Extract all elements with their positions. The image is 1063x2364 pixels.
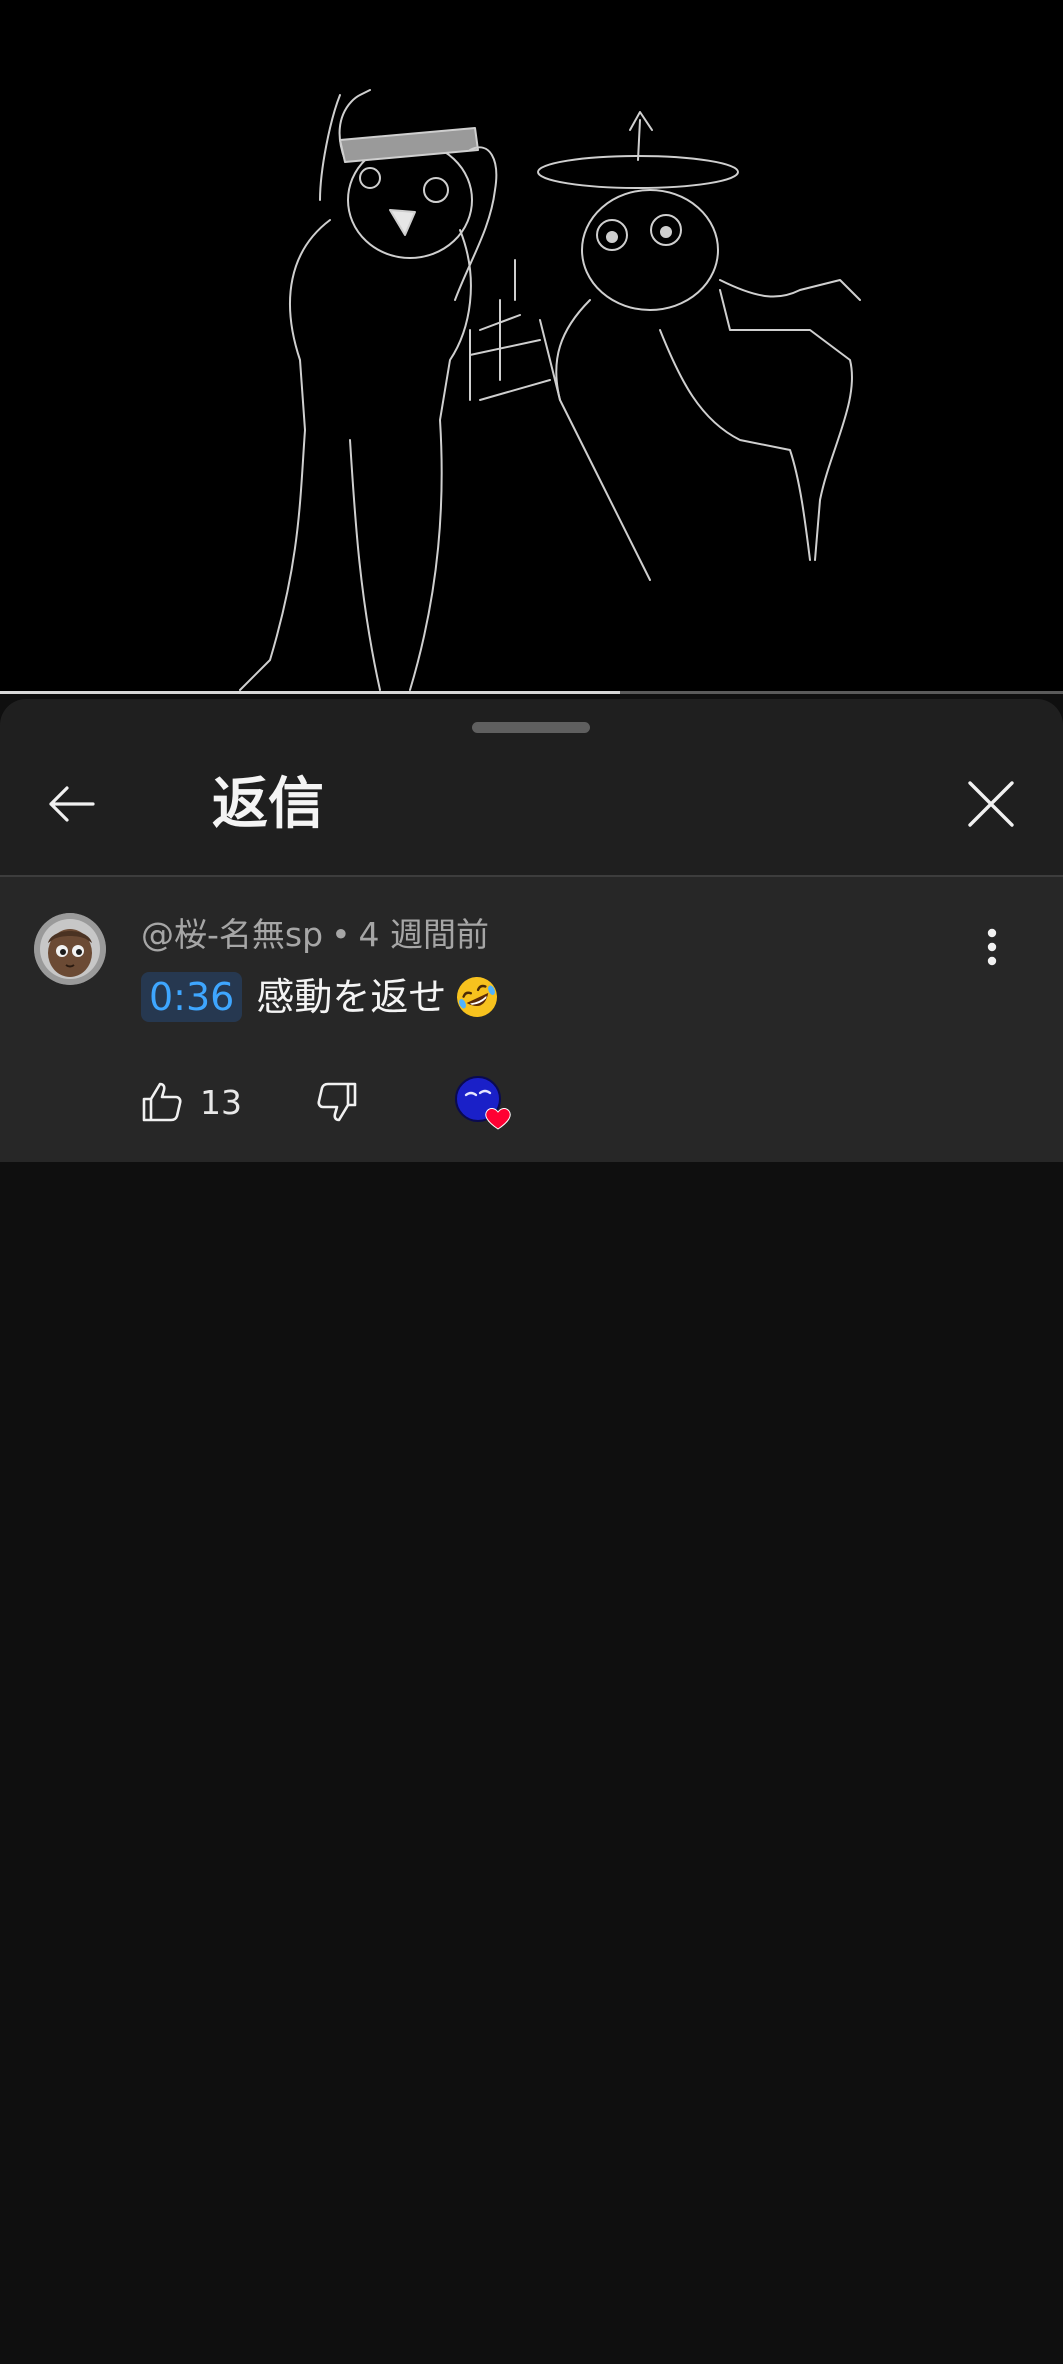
comment-text: 感動を返せ xyxy=(256,975,447,1019)
dislike-button[interactable] xyxy=(302,1067,372,1137)
drag-handle[interactable] xyxy=(472,722,590,733)
video-frame-sketch xyxy=(239,89,861,691)
sheet-title: 返信 xyxy=(212,772,324,837)
video-progress-bar[interactable] xyxy=(0,691,1063,694)
comment-meta: @桜-名無sp • 4 週間前 xyxy=(141,913,489,957)
back-button[interactable] xyxy=(36,769,106,839)
creator-heart-icon xyxy=(485,1108,511,1130)
thumbs-down-icon xyxy=(317,1082,357,1122)
like-count: 13 xyxy=(200,1082,242,1122)
more-vert-icon xyxy=(987,928,997,966)
creator-heart-badge xyxy=(450,1067,520,1137)
thumbs-up-icon xyxy=(142,1082,182,1122)
close-icon xyxy=(968,781,1014,827)
like-button[interactable]: 13 xyxy=(138,1067,242,1137)
highlighted-comment: @桜-名無sp • 4 週間前 0:36 感動を返せ 13 xyxy=(0,877,1063,1162)
avatar-image xyxy=(34,913,106,985)
comment-actions: 13 xyxy=(0,1067,1063,1137)
sheet-header: 返信 xyxy=(0,699,1063,875)
video-player[interactable] xyxy=(0,0,1063,694)
comment-author[interactable]: @桜-名無sp xyxy=(141,915,323,954)
replies-sheet: 返信 @桜-名無sp • 4 週間前 0:36 感動を返せ 13 xyxy=(0,699,1063,2364)
arrow-left-icon xyxy=(49,786,95,822)
avatar[interactable] xyxy=(34,913,106,985)
close-button[interactable] xyxy=(956,769,1026,839)
comment-body: 0:36 感動を返せ xyxy=(141,969,500,1025)
video-progress-fill xyxy=(0,691,620,694)
more-options-button[interactable] xyxy=(970,917,1014,977)
timestamp-link[interactable]: 0:36 xyxy=(141,972,243,1022)
comment-time-ago: 4 週間前 xyxy=(358,915,490,954)
rolling-on-the-floor-laughing-emoji-icon xyxy=(454,974,500,1020)
meta-separator: • xyxy=(331,915,351,954)
